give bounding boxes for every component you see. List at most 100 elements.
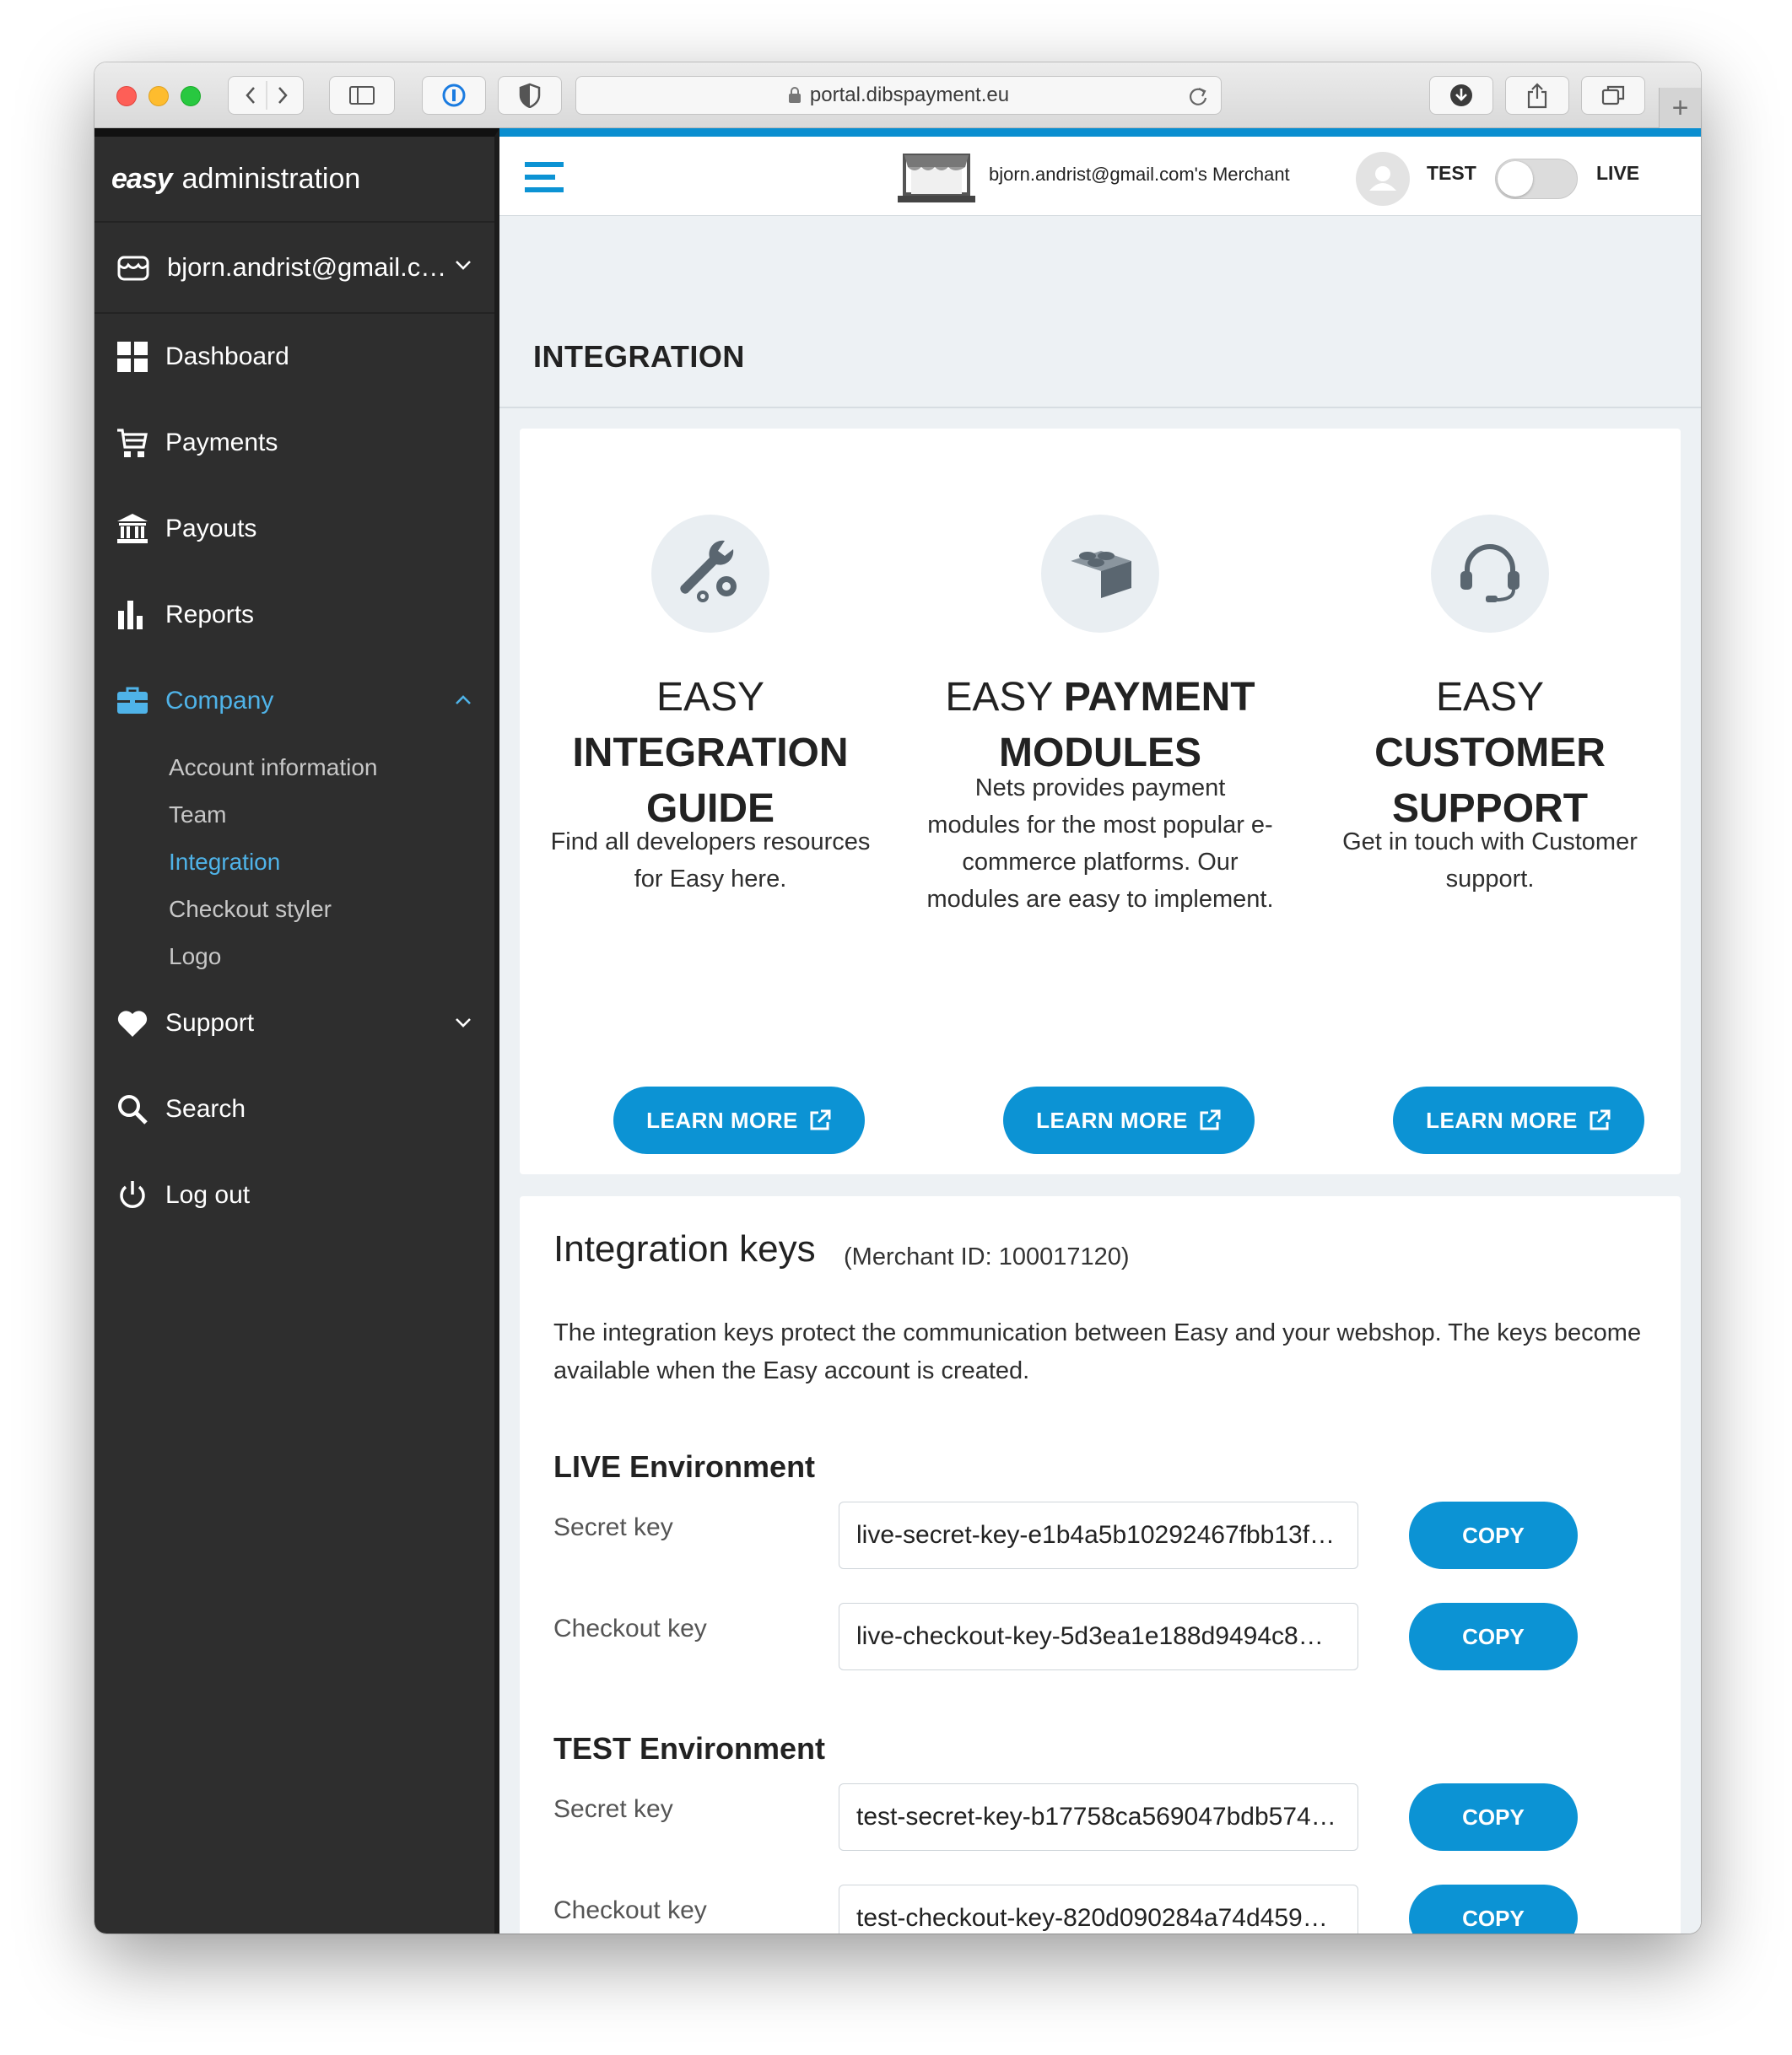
- chevron-up-icon: [456, 695, 471, 704]
- grid-icon: [117, 342, 148, 372]
- live-checkout-key-field[interactable]: live-checkout-key-5d3ea1e188d9494c8…: [839, 1603, 1358, 1670]
- avatar[interactable]: [1356, 152, 1410, 206]
- feature-title-bold: CUSTOMER: [1374, 731, 1606, 775]
- sidebar-item-label: Log out: [165, 1181, 251, 1209]
- sidebar-item-logout[interactable]: Log out: [94, 1152, 494, 1238]
- external-link-icon: [1590, 1109, 1611, 1130]
- external-link-icon: [810, 1109, 831, 1130]
- brand-text: administration: [181, 162, 361, 195]
- sidebar-subitem-account-information[interactable]: Account information: [94, 744, 494, 791]
- sidebar-subitem-checkout-styler[interactable]: Checkout styler: [94, 886, 494, 933]
- learn-more-button[interactable]: LEARN MORE: [1003, 1087, 1255, 1154]
- feature-title-light: EASY: [1435, 675, 1545, 720]
- live-secret-key-field[interactable]: live-secret-key-e1b4a5b10292467fbb13f…: [839, 1502, 1358, 1569]
- sidebar-item-label: Reports: [165, 601, 255, 628]
- external-link-icon: [1200, 1109, 1221, 1130]
- feature-title-line: EASY PAYMENT: [918, 670, 1282, 725]
- sidebar-item-search[interactable]: Search: [94, 1066, 494, 1152]
- sidebar-subitem-team[interactable]: Team: [94, 791, 494, 839]
- brand[interactable]: easy administration: [94, 137, 494, 223]
- shield-icon: [519, 83, 541, 108]
- wrench-gear-icon: [651, 515, 769, 633]
- user-icon: [1369, 166, 1396, 191]
- chevron-down-icon: [456, 1018, 471, 1028]
- share-button[interactable]: [1505, 76, 1569, 115]
- cart-icon: [117, 429, 148, 457]
- sidebar-item-label: Search: [165, 1095, 246, 1123]
- page-title: INTEGRATION: [533, 339, 745, 374]
- copy-test-checkout-key-button[interactable]: COPY: [1409, 1885, 1578, 1934]
- merchant-name[interactable]: bjorn.andrist@gmail.com's Merchant: [989, 164, 1290, 186]
- live-environment-title: LIVE Environment: [553, 1449, 816, 1484]
- downloads-button[interactable]: [1429, 76, 1493, 115]
- mode-live-label: LIVE: [1596, 162, 1640, 184]
- easy-logo: easy: [111, 162, 173, 195]
- sidebar-toggle-button[interactable]: [329, 76, 395, 115]
- sidebar-subitem-integration[interactable]: Integration: [94, 839, 494, 886]
- copy-live-secret-key-button[interactable]: COPY: [1409, 1502, 1578, 1569]
- sidebar-item-dashboard[interactable]: Dashboard: [94, 314, 494, 400]
- new-tab-button[interactable]: +: [1659, 88, 1701, 128]
- test-checkout-key-field[interactable]: test-checkout-key-820d090284a74d459…: [839, 1885, 1358, 1934]
- test-secret-key-label: Secret key: [553, 1795, 673, 1823]
- feature-title: EASY CUSTOMER SUPPORT: [1308, 670, 1672, 837]
- learn-more-label: LEARN MORE: [1426, 1107, 1578, 1133]
- feature-title-light: EASY: [945, 675, 1053, 720]
- lock-icon: [788, 87, 801, 103]
- keys-title: Integration keys: [553, 1228, 816, 1270]
- sidebar-item-label: Payments: [165, 429, 278, 456]
- feature-description: Get in touch with Customer support.: [1342, 828, 1638, 893]
- hamburger-menu-icon[interactable]: [525, 162, 564, 192]
- lego-brick-icon: [1041, 515, 1159, 633]
- mode-test-label: TEST: [1427, 162, 1476, 184]
- sidebar-item-payouts[interactable]: Payouts: [94, 486, 494, 572]
- learn-more-label: LEARN MORE: [1036, 1107, 1188, 1133]
- features-card: EASY INTEGRATION GUIDE Find all develope…: [520, 429, 1681, 1174]
- test-live-toggle[interactable]: [1495, 159, 1578, 199]
- shop-icon: [898, 154, 975, 202]
- password-manager-icon: [442, 84, 466, 107]
- sidebar-item-reports[interactable]: Reports: [94, 572, 494, 658]
- sidebar: easy administration bjorn.andrist@gmail.…: [94, 128, 499, 1934]
- feature-title-light: EASY: [656, 675, 765, 720]
- main-content: bjorn.andrist@gmail.com's Merchant TEST …: [499, 128, 1701, 1934]
- search-icon: [118, 1095, 148, 1125]
- minimize-window-button[interactable]: [148, 86, 169, 106]
- feature-title: EASY INTEGRATION GUIDE: [528, 670, 893, 837]
- test-secret-key-field[interactable]: test-secret-key-b17758ca569047bdb574…: [839, 1783, 1358, 1851]
- chevron-down-icon: [456, 261, 471, 270]
- live-secret-key-label: Secret key: [553, 1513, 673, 1541]
- sidebar-item-label: Support: [165, 1009, 255, 1037]
- learn-more-button[interactable]: LEARN MORE: [1393, 1087, 1644, 1154]
- close-window-button[interactable]: [116, 86, 137, 106]
- back-forward-icon: [246, 81, 288, 110]
- store-icon: [117, 256, 149, 281]
- privacy-shield-button[interactable]: [498, 76, 562, 115]
- account-selector[interactable]: bjorn.andrist@gmail.c…: [94, 223, 494, 314]
- learn-more-label: LEARN MORE: [646, 1107, 798, 1133]
- tabs-icon: [1601, 85, 1625, 105]
- toggle-knob: [1498, 161, 1533, 197]
- address-bar[interactable]: portal.dibspayment.eu: [575, 76, 1222, 115]
- sidebar-item-payments[interactable]: Payments: [94, 400, 494, 486]
- feature-description: Nets provides payment modules for the mo…: [926, 774, 1274, 913]
- account-email: bjorn.andrist@gmail.c…: [167, 252, 447, 282]
- feature-title: EASY PAYMENT MODULES: [918, 670, 1282, 781]
- tabs-overview-button[interactable]: [1581, 76, 1645, 115]
- sidebar-subitem-logo[interactable]: Logo: [94, 933, 494, 980]
- download-icon: [1450, 84, 1472, 106]
- password-manager-button[interactable]: [422, 76, 486, 115]
- top-bar: bjorn.andrist@gmail.com's Merchant TEST …: [499, 128, 1701, 216]
- sidebar-item-company[interactable]: Company: [94, 658, 494, 744]
- sidebar-item-label: Dashboard: [165, 342, 289, 370]
- back-forward-buttons[interactable]: [228, 76, 304, 115]
- copy-test-secret-key-button[interactable]: COPY: [1409, 1783, 1578, 1851]
- copy-live-checkout-key-button[interactable]: COPY: [1409, 1603, 1578, 1670]
- sidebar-item-label: Payouts: [165, 515, 257, 542]
- zoom-window-button[interactable]: [181, 86, 201, 106]
- reload-icon[interactable]: [1187, 85, 1209, 107]
- live-checkout-key-label: Checkout key: [553, 1615, 707, 1642]
- power-icon: [120, 1181, 145, 1208]
- sidebar-item-support[interactable]: Support: [94, 980, 494, 1066]
- learn-more-button[interactable]: LEARN MORE: [613, 1087, 865, 1154]
